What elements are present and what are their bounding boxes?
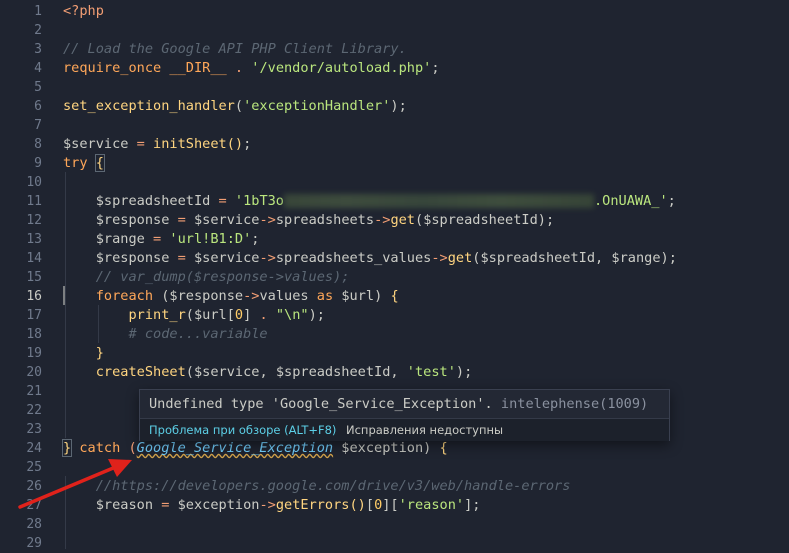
- annotation-arrow-icon: [18, 459, 132, 509]
- code-editor[interactable]: 1 2 3 4 5 6 7 8 9 10 11 12 13 14 15 16 17 18 19 20 21 22 23 24 2…: [0, 0, 789, 551]
